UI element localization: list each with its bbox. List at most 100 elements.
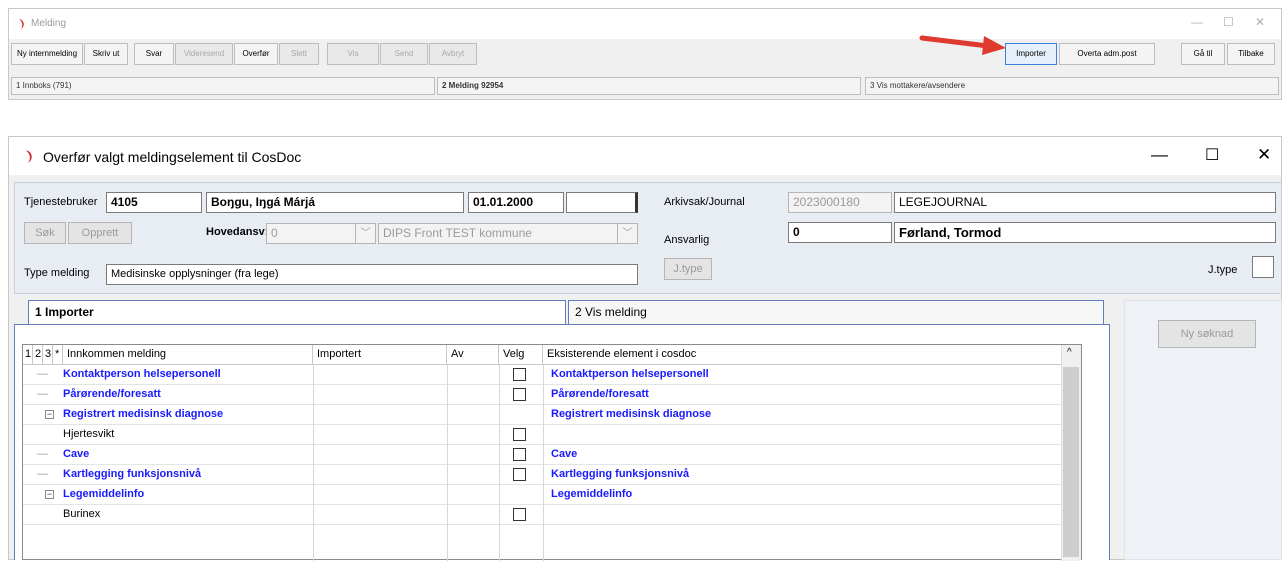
- red-arrow-icon: [919, 35, 1006, 55]
- close-button[interactable]: ✕: [1257, 145, 1271, 165]
- import-grid: 1 2 3 * Innkommen melding Importert Av V…: [22, 344, 1082, 561]
- column-divider: [499, 365, 500, 561]
- incoming-element-label: Kartlegging funksjonsnivå: [63, 468, 202, 480]
- view-button[interactable]: Vis: [327, 43, 379, 65]
- forward-button[interactable]: Videresend: [175, 43, 233, 65]
- scroll-thumb[interactable]: [1063, 367, 1079, 557]
- tree-line-icon: —: [37, 368, 48, 380]
- hovedansv-label: Hovedansv:: [206, 226, 269, 238]
- incoming-element-label: Legemiddelinfo: [63, 488, 145, 500]
- go-to-button[interactable]: Gå til: [1181, 43, 1225, 65]
- header-select[interactable]: Velg: [499, 345, 543, 365]
- tree-line-icon: —: [37, 448, 48, 460]
- incoming-element-label: Pårørende/foresatt: [63, 388, 161, 400]
- tree-line-icon: —: [37, 468, 48, 480]
- tree-line-icon: —: [37, 388, 48, 400]
- melding-titlebar: Melding — ☐ ✕: [9, 9, 1281, 39]
- back-button[interactable]: Tilbake: [1227, 43, 1275, 65]
- maximize-button[interactable]: ☐: [1205, 145, 1219, 165]
- existing-element-label: Legemiddelinfo: [551, 488, 633, 500]
- create-button[interactable]: Opprett: [68, 222, 132, 244]
- incoming-element-label: Registrert medisinsk diagnose: [63, 408, 224, 420]
- organisation-combo[interactable]: DIPS Front TEST kommune ﹀: [378, 223, 638, 244]
- existing-element-label: Pårørende/foresatt: [551, 388, 649, 400]
- existing-element-label: Cave: [551, 448, 578, 460]
- jtype-checkbox[interactable]: [1252, 256, 1274, 278]
- search-button[interactable]: Søk: [24, 222, 66, 244]
- header-imported[interactable]: Importert: [313, 345, 447, 365]
- new-internal-message-button[interactable]: Ny internmelding: [11, 43, 83, 65]
- client-dob-field[interactable]: 01.01.2000: [468, 192, 564, 213]
- type-melding-label: Type melding: [24, 267, 90, 279]
- select-checkbox[interactable]: [513, 508, 526, 521]
- tab-message[interactable]: 2 Melding 92954: [437, 77, 861, 95]
- existing-element-label: Registrert medisinsk diagnose: [551, 408, 712, 420]
- dialog-titlebar: Overfør valgt meldingselement til CosDoc…: [9, 137, 1281, 175]
- new-application-button[interactable]: Ny søknad: [1158, 320, 1256, 348]
- responsible-name-field[interactable]: Førland, Tormod: [894, 222, 1276, 243]
- hovedansv-value: 0: [271, 226, 278, 240]
- header-star[interactable]: *: [53, 345, 63, 365]
- column-divider: [447, 365, 448, 561]
- send-button[interactable]: Send: [380, 43, 428, 65]
- collapse-icon[interactable]: −: [45, 490, 54, 499]
- hovedansv-combo[interactable]: 0 ﹀: [266, 223, 376, 244]
- import-button[interactable]: Importer: [1005, 43, 1057, 65]
- select-checkbox[interactable]: [513, 368, 526, 381]
- jtype-label: J.type: [1208, 264, 1238, 276]
- header-level-1[interactable]: 1: [23, 345, 33, 365]
- maximize-button[interactable]: ☐: [1223, 15, 1234, 29]
- client-extra-field[interactable]: [566, 192, 638, 213]
- close-button[interactable]: ✕: [1255, 15, 1265, 29]
- existing-element-label: Kontaktperson helsepersonell: [551, 368, 709, 380]
- melding-title: Melding: [31, 18, 67, 29]
- journal-name-field[interactable]: LEGEJOURNAL: [894, 192, 1276, 213]
- header-level-2[interactable]: 2: [33, 345, 43, 365]
- header-existing[interactable]: Eksisterende element i cosdoc: [543, 345, 1063, 365]
- responsible-id-field[interactable]: 0: [788, 222, 892, 243]
- jtype-button[interactable]: J.type: [664, 258, 712, 280]
- tab-importer[interactable]: 1 Importer: [28, 300, 566, 324]
- tab-recipients[interactable]: 3 Vis mottakere/avsendere: [865, 77, 1279, 95]
- select-checkbox[interactable]: [513, 428, 526, 441]
- chevron-down-icon[interactable]: ﹀: [617, 224, 637, 243]
- message-type-field[interactable]: Medisinske opplysninger (fra lege): [106, 264, 638, 285]
- select-checkbox[interactable]: [513, 468, 526, 481]
- delete-button[interactable]: Slett: [279, 43, 319, 65]
- tjenestebruker-label: Tjenestebruker: [24, 196, 98, 208]
- app-logo-icon: [19, 19, 24, 29]
- transfer-button[interactable]: Overfør: [234, 43, 278, 65]
- tab-vis-melding[interactable]: 2 Vis melding: [568, 300, 1104, 324]
- grid-scrollbar[interactable]: ^: [1061, 345, 1081, 561]
- dialog-title: Overfør valgt meldingselement til CosDoc: [43, 149, 302, 165]
- app-logo-icon: [25, 150, 32, 163]
- existing-element-label: Kartlegging funksjonsnivå: [551, 468, 690, 480]
- reply-button[interactable]: Svar: [134, 43, 174, 65]
- select-checkbox[interactable]: [513, 388, 526, 401]
- grid-header: 1 2 3 * Innkommen melding Importert Av V…: [23, 345, 1081, 365]
- minimize-button[interactable]: —: [1151, 145, 1168, 165]
- scroll-up-icon[interactable]: ^: [1067, 347, 1072, 358]
- client-name-field[interactable]: Boŋgu, Iŋgá Márjá: [206, 192, 464, 213]
- chevron-down-icon[interactable]: ﹀: [355, 224, 375, 243]
- take-over-admin-post-button[interactable]: Overta adm.post: [1059, 43, 1155, 65]
- print-button[interactable]: Skriv ut: [84, 43, 128, 65]
- melding-window: Melding — ☐ ✕ Ny internmelding Skriv ut …: [8, 8, 1282, 100]
- arkivsak-label: Arkivsak/Journal: [664, 196, 745, 208]
- case-number-field[interactable]: 2023000180: [788, 192, 892, 213]
- collapse-icon[interactable]: −: [45, 410, 54, 419]
- incoming-element-label: Hjertesvikt: [63, 428, 115, 440]
- column-divider: [543, 365, 544, 561]
- minimize-button[interactable]: —: [1191, 15, 1203, 29]
- ansvarlig-label: Ansvarlig: [664, 234, 710, 246]
- column-divider: [313, 365, 314, 561]
- header-by[interactable]: Av: [447, 345, 499, 365]
- select-checkbox[interactable]: [513, 448, 526, 461]
- organisation-value: DIPS Front TEST kommune: [383, 226, 532, 240]
- header-incoming[interactable]: Innkommen melding: [63, 345, 313, 365]
- header-level-3[interactable]: 3: [43, 345, 53, 365]
- cancel-button[interactable]: Avbryt: [429, 43, 477, 65]
- tab-inbox[interactable]: 1 Innboks (791): [11, 77, 435, 95]
- client-id-field[interactable]: 4105: [106, 192, 202, 213]
- incoming-element-label: Cave: [63, 448, 90, 460]
